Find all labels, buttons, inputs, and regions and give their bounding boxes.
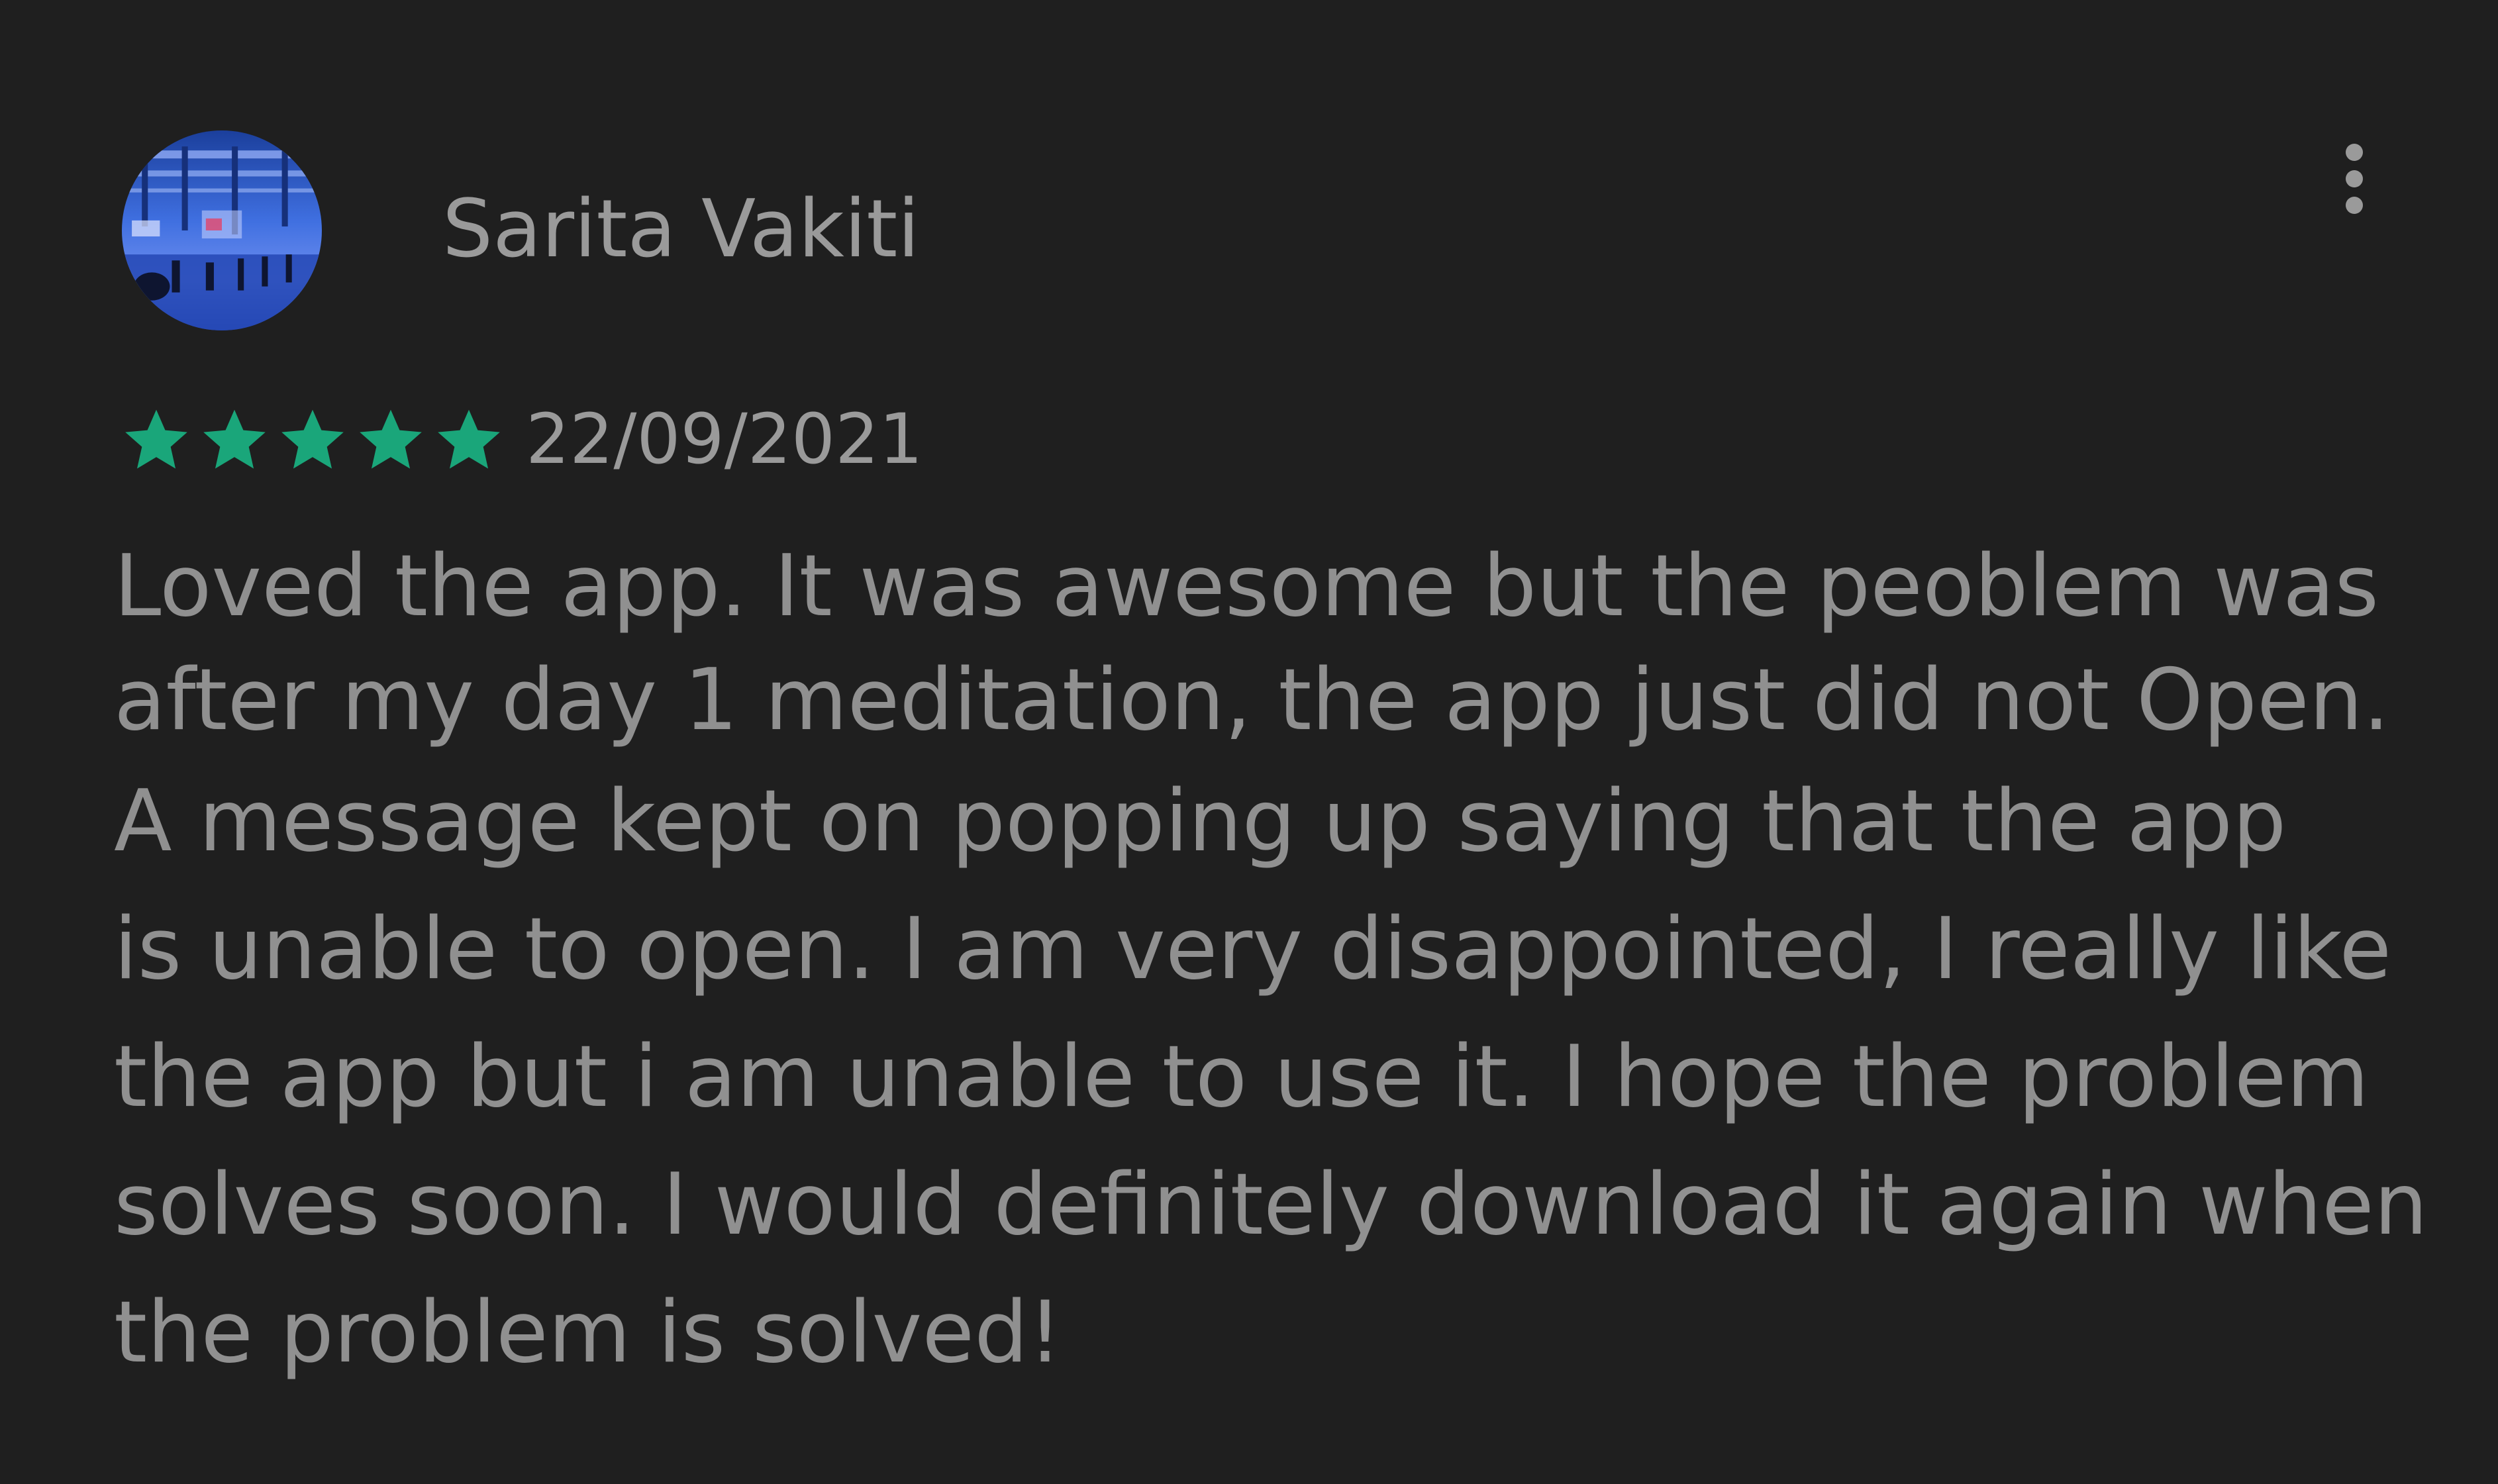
star-icon xyxy=(438,409,500,469)
more-vertical-icon xyxy=(2346,144,2363,161)
rating-row: 22/09/2021 xyxy=(122,396,923,482)
star-icon xyxy=(281,409,344,469)
review-text-line: solves soon. I would definitely download… xyxy=(114,1156,2428,1254)
review-date: 22/09/2021 xyxy=(526,399,923,479)
star-icon xyxy=(360,409,422,469)
review-text-line: is unable to open. I am very disappointe… xyxy=(114,900,2392,999)
star-rating xyxy=(122,405,503,473)
avatar[interactable] xyxy=(122,130,322,330)
star-icon xyxy=(125,409,187,469)
avatar-image xyxy=(122,130,322,330)
review-text-line: after my day 1 meditation, the app just … xyxy=(114,651,2390,750)
review-text-line: the problem is solved! xyxy=(114,1283,1062,1382)
more-vertical-icon-dot xyxy=(2346,197,2363,214)
review-text-line: A message kept on popping up saying that… xyxy=(114,772,2287,871)
more-options-button[interactable] xyxy=(2321,136,2387,222)
reviewer-name: Sarita Vakiti xyxy=(442,183,920,275)
review-text: Loved the app. It was awesome but the pe… xyxy=(114,530,2472,1397)
more-vertical-icon-dot xyxy=(2346,170,2363,187)
review-text-line: the app but i am unable to use it. I hop… xyxy=(114,1028,2370,1126)
star-icon xyxy=(203,409,266,469)
review-card: Sarita Vakiti 22/09/2021 Loved the app. … xyxy=(0,0,2498,1484)
review-text-line: Loved the app. It was awesome but the pe… xyxy=(114,537,2379,636)
